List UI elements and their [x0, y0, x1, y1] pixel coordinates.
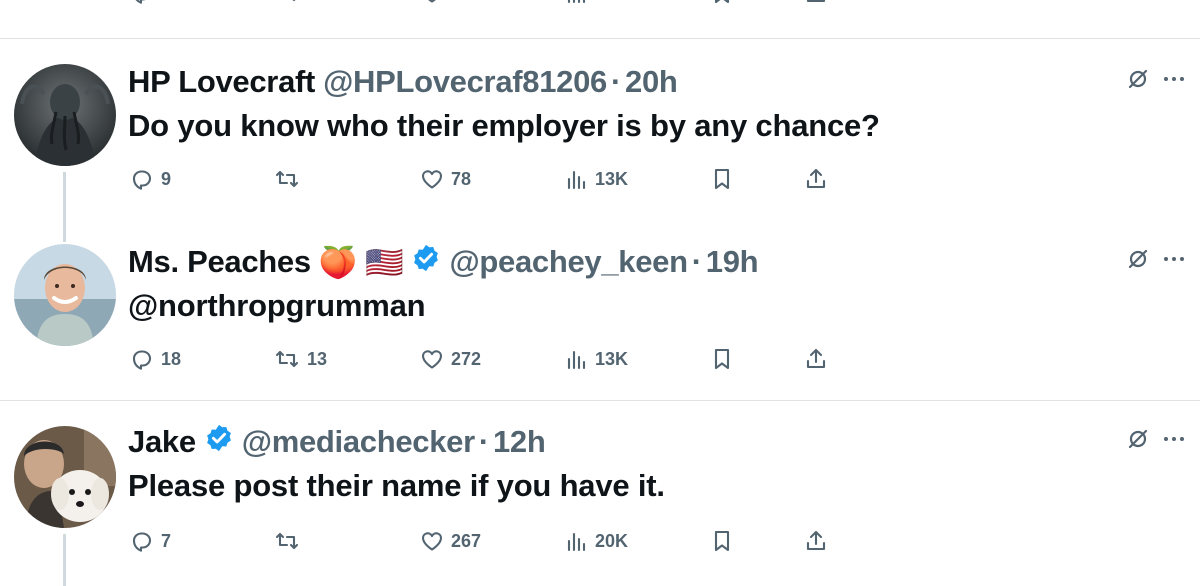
- views-count: 13K: [595, 348, 629, 369]
- bookmark-icon: [714, 530, 730, 552]
- reply-button[interactable]: 9: [130, 164, 171, 194]
- grok-icon[interactable]: [1126, 67, 1150, 96]
- tweet-actions: 18 13 272 13K: [0, 344, 1200, 374]
- tweet-menu: [0, 66, 1200, 96]
- share-icon: [806, 0, 826, 3]
- reply-count: 4: [161, 0, 171, 4]
- reply-icon: [132, 170, 152, 190]
- reply-count: 18: [161, 348, 182, 369]
- grok-icon[interactable]: [1126, 427, 1150, 456]
- views-icon: [567, 0, 586, 4]
- like-button[interactable]: 78: [420, 164, 471, 194]
- tweet-menu: [0, 426, 1200, 456]
- repost-icon: [292, 0, 296, 2]
- more-icon[interactable]: [1162, 67, 1186, 96]
- bookmark-button[interactable]: [711, 344, 733, 374]
- bookmark-icon: [714, 348, 730, 370]
- reply-icon: [132, 350, 152, 370]
- repost-icon: [275, 532, 299, 550]
- heart-icon: [428, 0, 436, 3]
- share-button[interactable]: [804, 526, 828, 556]
- like-button[interactable]: 272: [420, 344, 481, 374]
- tweet-actions: 7 267 20K: [0, 526, 1200, 556]
- tweet-text[interactable]: @northropgrumman: [128, 288, 426, 324]
- reply-button[interactable]: 4: [130, 0, 171, 8]
- share-icon: [806, 530, 826, 551]
- reply-icon: [135, 0, 146, 4]
- repost-icon: [275, 170, 299, 188]
- views-icon: [567, 170, 586, 190]
- previous-tweet-actions: 4 185 5K: [0, 0, 1200, 8]
- like-button[interactable]: 185: [420, 0, 481, 8]
- share-button[interactable]: [804, 344, 828, 374]
- more-icon[interactable]: [1162, 427, 1186, 456]
- share-button[interactable]: [804, 0, 828, 8]
- reply-button[interactable]: 7: [130, 526, 171, 556]
- like-count: 185: [451, 0, 481, 4]
- tweet-menu: [0, 246, 1200, 276]
- divider: [0, 38, 1200, 39]
- tweet-text: Do you know who their employer is by any…: [128, 108, 880, 143]
- views-button[interactable]: 13K: [566, 164, 628, 194]
- grok-icon[interactable]: [1126, 247, 1150, 276]
- like-count: 272: [451, 348, 482, 369]
- like-count: 267: [451, 530, 482, 551]
- views-button[interactable]: 20K: [566, 526, 628, 556]
- bookmark-button[interactable]: [711, 164, 733, 194]
- share-icon: [806, 168, 826, 189]
- repost-count: 13: [307, 348, 328, 369]
- views-icon: [567, 532, 586, 552]
- divider: [0, 400, 1200, 401]
- share-icon: [806, 348, 826, 369]
- heart-icon: [421, 350, 443, 369]
- views-count: 13K: [595, 168, 629, 189]
- reply-count: 7: [161, 530, 172, 551]
- repost-button[interactable]: [274, 164, 307, 194]
- bookmark-icon: [714, 0, 730, 4]
- bookmark-button[interactable]: [711, 526, 733, 556]
- repost-button[interactable]: [274, 526, 307, 556]
- heart-icon: [421, 532, 443, 551]
- reply-icon: [132, 532, 152, 552]
- share-button[interactable]: [804, 164, 828, 194]
- views-icon: [567, 350, 586, 370]
- views-button[interactable]: 5K: [566, 0, 618, 8]
- heart-icon: [421, 170, 443, 189]
- like-count: 78: [451, 168, 472, 189]
- bookmark-button[interactable]: [711, 0, 733, 8]
- reply-count: 9: [161, 168, 172, 189]
- reply-button[interactable]: 18: [130, 344, 181, 374]
- views-button[interactable]: 13K: [566, 344, 628, 374]
- repost-icon: [275, 350, 299, 368]
- views-count: 20K: [595, 530, 629, 551]
- tweet-text: Please post their name if you have it.: [128, 468, 665, 503]
- tweet-actions: 9 78 13K: [0, 164, 1200, 194]
- repost-button[interactable]: 13: [274, 344, 327, 374]
- repost-button[interactable]: [274, 0, 300, 8]
- more-icon[interactable]: [1162, 247, 1186, 276]
- views-count: 5K: [595, 0, 618, 4]
- bookmark-icon: [714, 168, 730, 190]
- like-button[interactable]: 267: [420, 526, 481, 556]
